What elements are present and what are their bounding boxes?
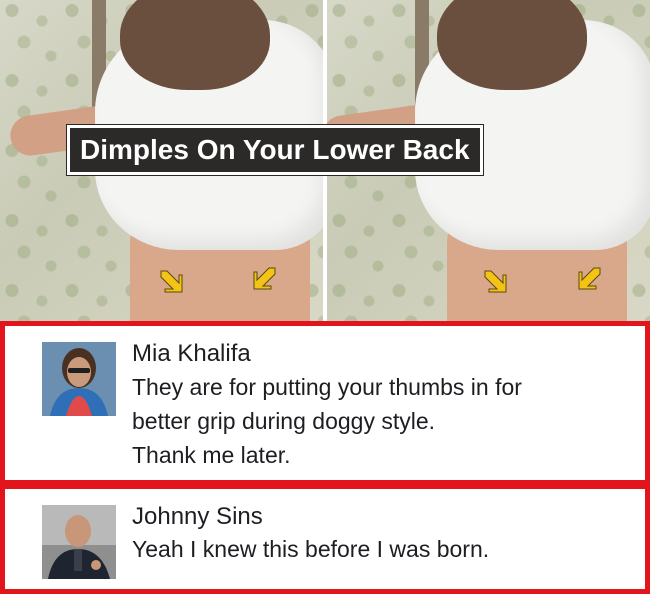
avatar-image	[42, 342, 116, 416]
comment-text: Yeah I knew this before I was born.	[132, 536, 490, 562]
comment-author[interactable]: Mia Khalifa	[132, 340, 251, 368]
arrow-down-right-icon	[484, 270, 507, 293]
comment-text: They are for putting your thumbs in for …	[132, 374, 522, 468]
hair	[437, 0, 587, 90]
hair	[120, 0, 270, 90]
meme-caption: Dimples On Your Lower Back	[66, 124, 484, 176]
arrow-down-left-icon	[578, 267, 601, 290]
comment-card: Mia Khalifa They are for putting your th…	[0, 321, 650, 485]
comment-author[interactable]: Johnny Sins	[132, 503, 263, 531]
avatar[interactable]	[42, 505, 116, 579]
comment-card: Johnny Sins Yeah I knew this before I wa…	[0, 484, 650, 594]
arrow-down-right-icon	[160, 270, 183, 293]
meme-image: Dimples On Your Lower Back	[0, 0, 650, 322]
arrow-down-left-icon	[253, 267, 276, 290]
avatar-image	[42, 505, 116, 579]
avatar[interactable]	[42, 342, 116, 416]
